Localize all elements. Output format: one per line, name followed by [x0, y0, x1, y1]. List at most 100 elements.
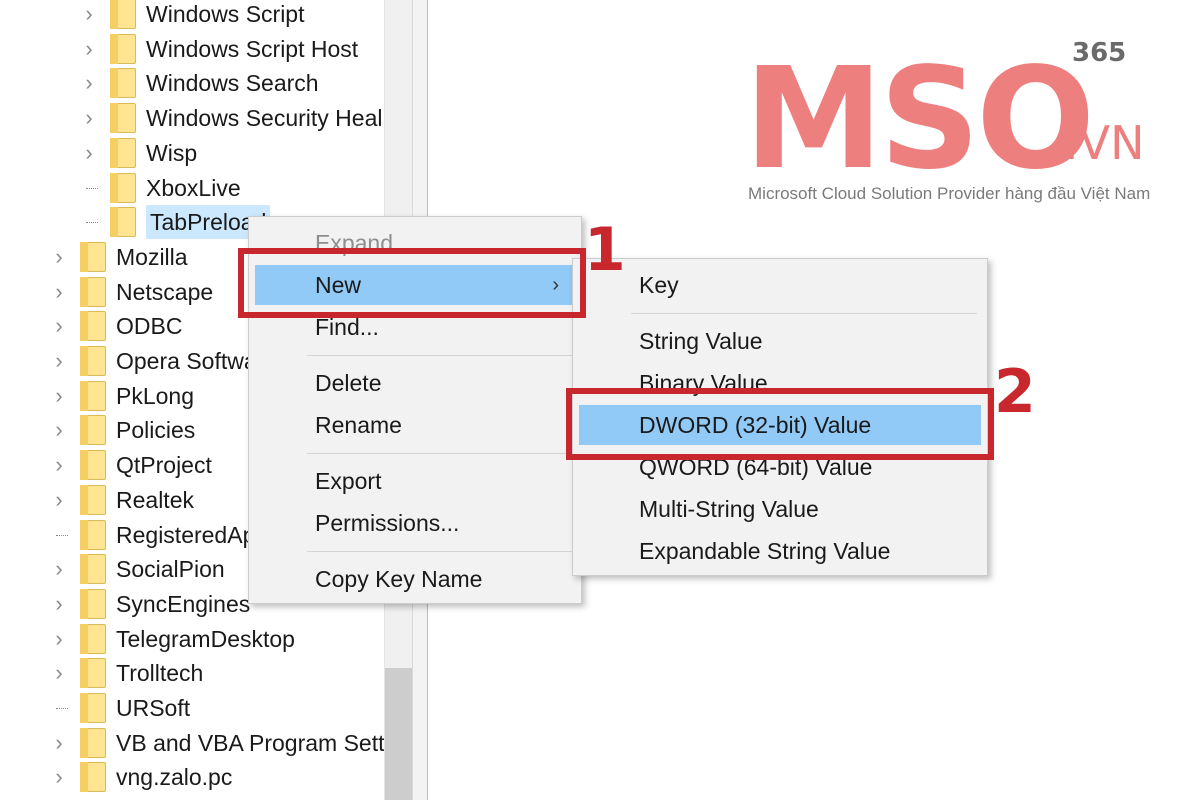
folder-icon: [80, 415, 106, 446]
expand-chevron-icon[interactable]: ›: [78, 1, 100, 26]
submenu-item-label: Multi-String Value: [639, 496, 819, 522]
expand-chevron-icon[interactable]: ›: [48, 660, 70, 685]
tree-item[interactable]: › Mozilla: [48, 240, 188, 274]
expand-chevron-icon[interactable]: ›: [48, 452, 70, 477]
tree-item[interactable]: › Opera Softwa: [48, 344, 257, 378]
expand-chevron-icon[interactable]: ›: [48, 556, 70, 581]
submenu-item-expandable-string-value[interactable]: Expandable String Value: [579, 531, 981, 571]
folder-icon: [80, 311, 106, 342]
logo-badge: 365: [1072, 38, 1127, 68]
step2-highlight-box: [566, 388, 994, 460]
menu-item-delete[interactable]: Delete: [255, 363, 577, 403]
submenu-item-label: Expandable String Value: [639, 538, 891, 564]
tree-item[interactable]: RegisteredAp: [48, 518, 255, 552]
tree-item[interactable]: › Wisp: [78, 136, 197, 170]
menu-item-permissions[interactable]: Permissions...: [255, 503, 577, 543]
tree-item[interactable]: › Realtek: [48, 483, 194, 517]
tree-item[interactable]: › Netscape: [48, 275, 213, 309]
tree-item-label: QtProject: [116, 452, 212, 479]
expand-chevron-icon[interactable]: ›: [48, 348, 70, 373]
tree-item[interactable]: › QtProject: [48, 448, 212, 482]
tree-connector-line: [78, 211, 100, 233]
menu-item-copy-key-name[interactable]: Copy Key Name: [255, 559, 577, 599]
tree-item[interactable]: › vng.zalo.pc: [48, 760, 232, 794]
tree-item[interactable]: URSoft: [48, 691, 190, 725]
folder-icon: [110, 103, 136, 134]
logo-tagline: Microsoft Cloud Solution Provider hàng đ…: [748, 184, 1151, 203]
step2-number: 2: [994, 357, 1036, 427]
folder-icon: [80, 693, 106, 723]
tree-item[interactable]: XboxLive: [78, 171, 241, 205]
expand-chevron-icon[interactable]: ›: [48, 313, 70, 338]
tree-item-label: TelegramDesktop: [116, 625, 295, 652]
expand-chevron-icon[interactable]: ›: [78, 36, 100, 61]
folder-icon: [110, 137, 136, 168]
expand-chevron-icon[interactable]: ›: [48, 487, 70, 512]
logo-domain: .VN: [1064, 116, 1145, 170]
expand-chevron-icon[interactable]: ›: [48, 730, 70, 755]
tree-item[interactable]: › SyncEngines: [48, 587, 250, 621]
submenu-item-label: Key: [639, 272, 679, 298]
tree-item[interactable]: › Windows Security Heal: [78, 101, 382, 135]
expand-chevron-icon[interactable]: ›: [78, 70, 100, 95]
menu-separator: [307, 453, 573, 454]
mso-logo: MSO: [744, 38, 1095, 201]
menu-item-label: Copy Key Name: [315, 566, 483, 592]
step1-number: 1: [584, 215, 626, 285]
tree-item-label: Policies: [116, 417, 196, 444]
folder-icon: [80, 346, 106, 376]
menu-item-label: Delete: [315, 370, 382, 396]
expand-chevron-icon[interactable]: ›: [48, 417, 70, 442]
tree-item[interactable]: › Windows Search: [78, 66, 319, 100]
expand-chevron-icon[interactable]: ›: [48, 626, 70, 651]
folder-icon: [80, 658, 106, 689]
folder-icon: [110, 0, 136, 29]
menu-separator: [307, 551, 573, 552]
menu-item-rename[interactable]: Rename: [255, 405, 577, 445]
tree-item-label: Trolltech: [116, 660, 204, 687]
tree-item-label: URSoft: [116, 695, 191, 721]
tree-item[interactable]: › Policies: [48, 413, 195, 447]
submenu-item-label: String Value: [639, 328, 763, 354]
menu-separator: [307, 355, 573, 356]
folder-icon: [110, 172, 136, 203]
expand-chevron-icon[interactable]: ›: [48, 279, 70, 304]
tree-item[interactable]: › Trolltech: [48, 656, 203, 690]
submenu-item-key[interactable]: Key: [579, 265, 981, 305]
tree-item[interactable]: › SocialPion: [48, 552, 225, 586]
tree-item[interactable]: › TelegramDesktop: [48, 622, 295, 656]
tree-scrollbar-thumb[interactable]: [385, 668, 413, 800]
tree-item-label: ODBC: [116, 313, 183, 340]
expand-chevron-icon[interactable]: ›: [48, 764, 70, 789]
expand-chevron-icon[interactable]: ›: [78, 140, 100, 165]
tree-item[interactable]: › VB and VBA Program Setti: [48, 726, 384, 760]
tree-item[interactable]: › ODBC: [48, 309, 182, 343]
menu-item-label: Rename: [315, 412, 402, 438]
tree-item-label: Windows Script: [146, 1, 305, 27]
submenu-item-multi-string-value[interactable]: Multi-String Value: [579, 489, 981, 529]
tree-item[interactable]: TabPreload: [78, 205, 271, 240]
tree-item-label: RegisteredAp: [116, 521, 256, 548]
tree-item-label: Mozilla: [116, 243, 188, 270]
folder-icon: [80, 554, 106, 585]
folder-icon: [80, 380, 106, 411]
tree-item-label: XboxLive: [146, 174, 241, 201]
tree-item[interactable]: › PkLong: [48, 379, 194, 413]
expand-chevron-icon[interactable]: ›: [48, 383, 70, 408]
folder-icon: [110, 33, 136, 64]
tree-item-label: vng.zalo.pc: [116, 764, 233, 791]
expand-chevron-icon[interactable]: ›: [78, 105, 100, 130]
tree-item-label: Windows Script Host: [146, 35, 359, 62]
submenu-item-string-value[interactable]: String Value: [579, 321, 981, 361]
expand-chevron-icon[interactable]: ›: [48, 591, 70, 616]
tree-connector-line: [48, 697, 70, 719]
tree-item[interactable]: › Windows Script: [78, 0, 304, 31]
menu-item-export[interactable]: Export: [255, 461, 577, 501]
folder-icon: [80, 450, 106, 481]
folder-icon: [80, 623, 106, 654]
tree-item[interactable]: › Windows Script Host: [78, 32, 358, 66]
folder-icon: [80, 241, 106, 272]
expand-chevron-icon[interactable]: ›: [48, 244, 70, 269]
folder-icon: [80, 727, 106, 758]
folder-icon: [80, 519, 106, 550]
